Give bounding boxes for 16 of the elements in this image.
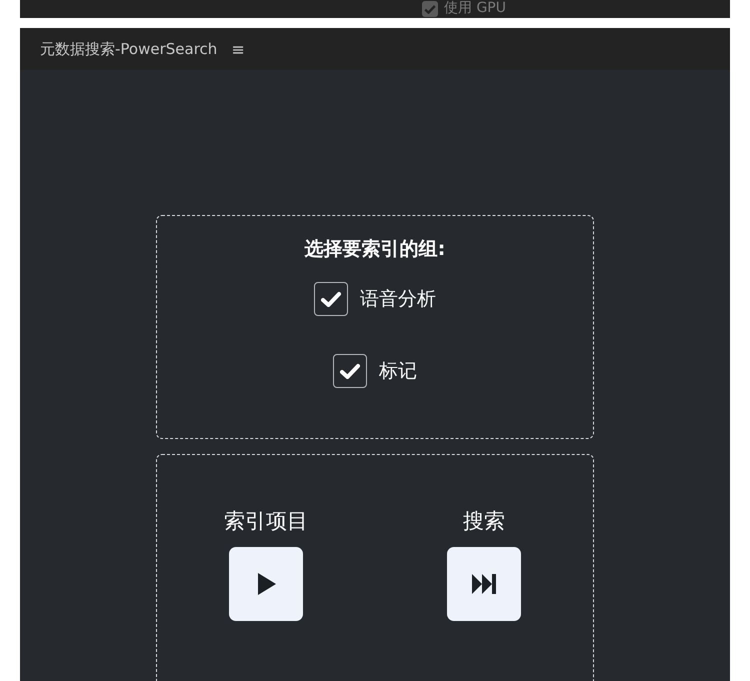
action-label: 索引项目 [224,508,308,535]
menu-button[interactable]: ≡ [231,40,245,58]
panel-title: 元数据搜索-PowerSearch [40,40,218,58]
skip-forward-icon [471,571,497,597]
checkbox[interactable] [422,1,438,17]
checkbox[interactable] [333,354,367,388]
action-button[interactable] [229,547,303,621]
checkbox-label: 语音分析 [360,287,436,312]
checkbox-label: 使用 GPU [444,0,506,17]
action-button[interactable] [447,547,521,621]
checkmark-icon [340,363,360,379]
section-heading: 选择要索引的组: [304,237,446,262]
checkmark-icon [321,291,341,307]
checkbox[interactable] [314,282,348,316]
action-label: 搜索 [463,508,505,535]
checkbox-label: 标记 [379,359,417,384]
